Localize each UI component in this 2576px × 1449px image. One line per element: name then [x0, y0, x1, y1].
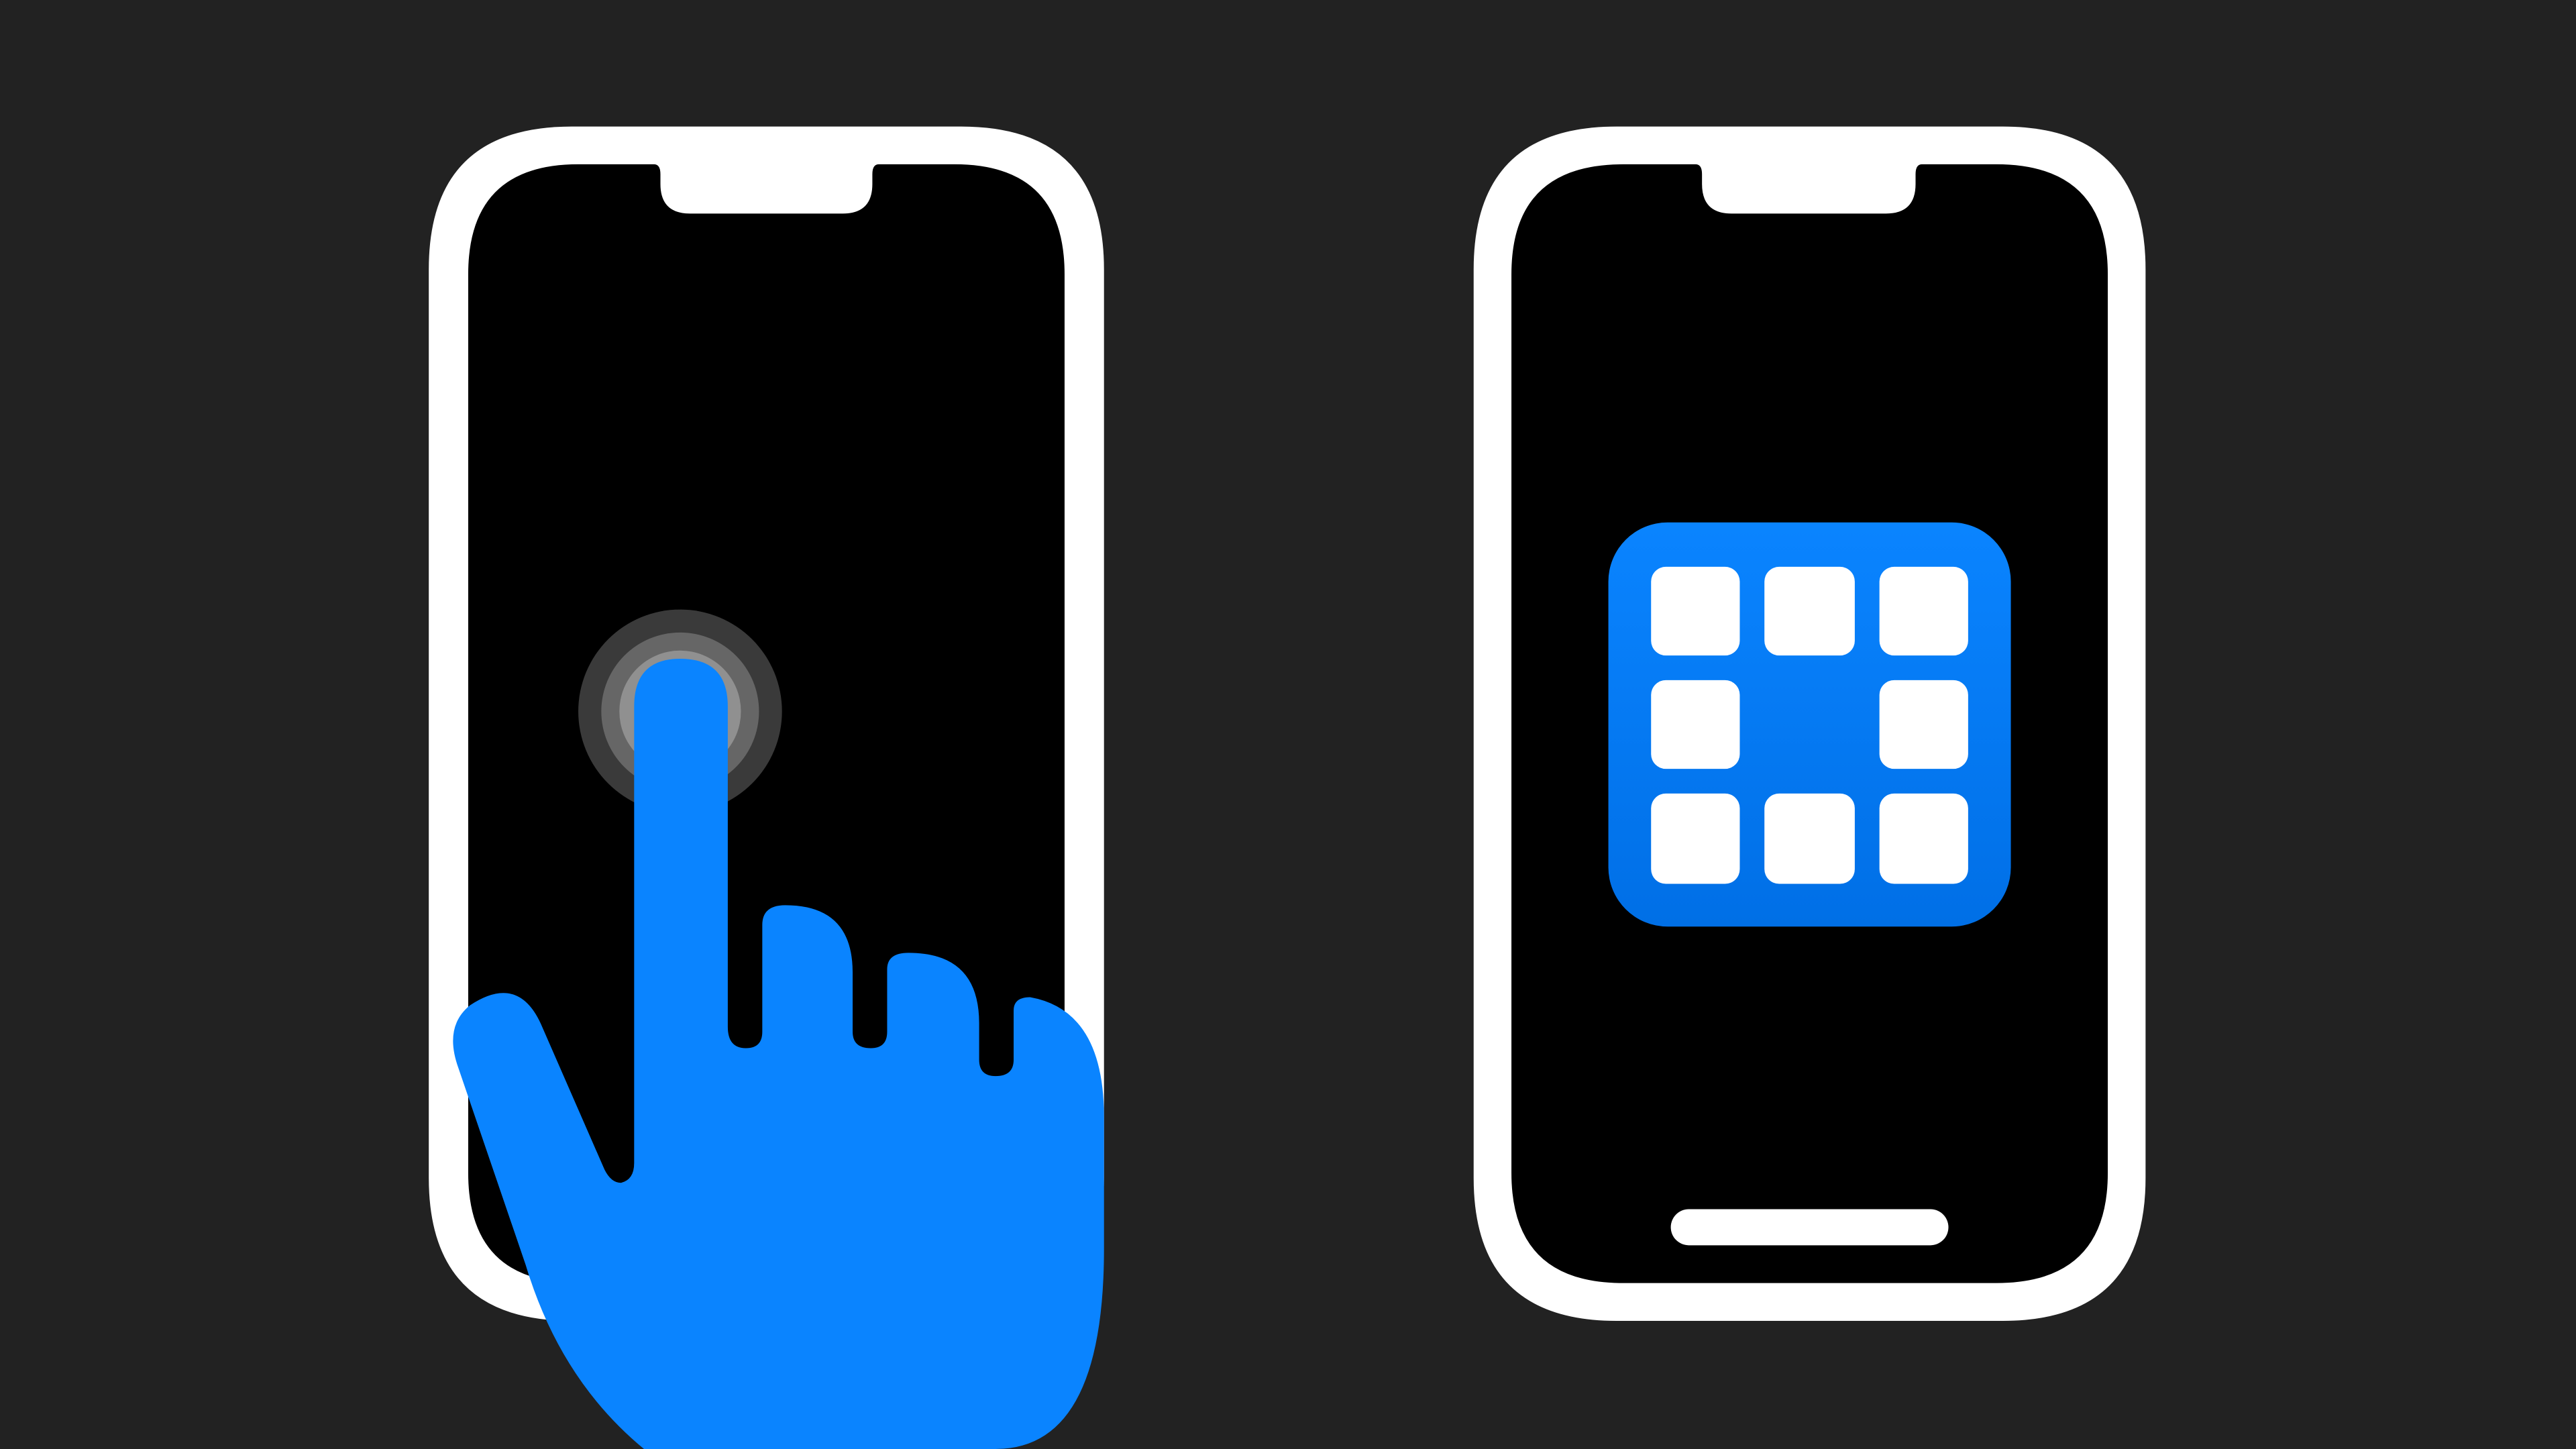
app-grid-tile — [1764, 793, 1855, 884]
app-grid-tile — [1651, 566, 1740, 656]
app-grid-tile — [1764, 566, 1855, 656]
illustration — [0, 0, 2576, 1449]
app-grid-tile — [1879, 680, 1968, 769]
app-grid-tile — [1879, 793, 1968, 884]
app-grid-tile — [1879, 566, 1968, 656]
app-grid-tile — [1651, 680, 1740, 769]
app-grid-tile — [1651, 793, 1740, 884]
home-indicator-icon — [1670, 1209, 1949, 1246]
app-grid-icon[interactable] — [1608, 522, 2011, 927]
scene-svg — [429, 126, 2146, 1449]
